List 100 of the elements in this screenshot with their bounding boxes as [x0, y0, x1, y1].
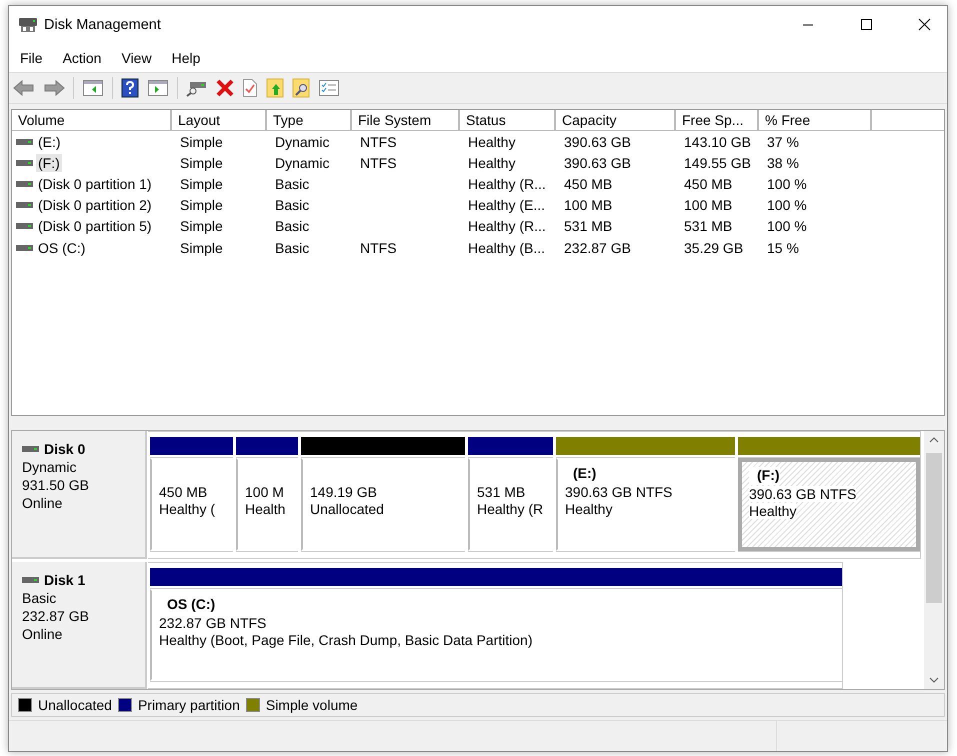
table-cell: 15 %	[767, 240, 799, 256]
table-cell: Basic	[275, 197, 310, 214]
menu-item[interactable]: View	[121, 50, 152, 66]
table-cell: Healthy (E...	[468, 197, 546, 214]
disk-type: Dynamic	[22, 459, 78, 475]
table-cell: Simple	[180, 154, 223, 171]
table-cell: Simple	[180, 240, 223, 256]
disk-size: 232.87 GB	[22, 608, 90, 624]
disk-type: Basic	[22, 590, 58, 606]
drive-icon	[22, 576, 40, 584]
table-cell: Simple	[180, 197, 223, 214]
delete-icon[interactable]	[216, 79, 234, 97]
partition-info: Healthy (R	[477, 501, 544, 517]
table-cell: NTFS	[360, 134, 397, 150]
help-icon[interactable]	[121, 78, 139, 98]
drive-icon	[16, 180, 34, 188]
drive-icon	[16, 244, 34, 252]
partition-info: Unallocated	[310, 501, 385, 517]
table-cell: 450 MB	[564, 176, 612, 192]
panel-icon[interactable]	[82, 79, 104, 97]
table-cell: Healthy (B...	[468, 240, 546, 256]
table-cell: 390.63 GB	[564, 134, 631, 150]
table-cell: Simple	[180, 218, 223, 234]
table-cell: 143.10 GB	[684, 134, 751, 150]
volume-name[interactable]: (Disk 0 partition 1)	[36, 174, 154, 193]
disk-name: Disk 0	[44, 441, 86, 457]
partition-label: (F:)	[749, 467, 780, 485]
disk-name: Disk 1	[44, 572, 86, 588]
drive-icon	[16, 138, 34, 146]
panel-icon[interactable]	[147, 79, 169, 97]
legend-label: Simple volume	[266, 697, 358, 713]
table-cell: 531 MB	[684, 218, 732, 234]
table-cell: Basic	[275, 218, 310, 234]
partition-info: 149.19 GB	[310, 484, 378, 500]
drive-icon	[16, 158, 34, 167]
table-cell: 100 MB	[564, 197, 612, 214]
table-cell: 450 MB	[684, 176, 732, 192]
table-cell: Basic	[275, 240, 310, 256]
disk-status: Online	[22, 626, 64, 642]
table-cell: 38 %	[767, 154, 799, 171]
disk-size: 931.50 GB	[22, 477, 90, 493]
drive-icon	[16, 222, 34, 230]
table-cell: Basic	[275, 176, 310, 192]
volume-name[interactable]: OS (C:)	[36, 238, 88, 257]
partition-info: 100 M	[245, 484, 285, 500]
menu-item[interactable]: Help	[172, 50, 200, 66]
partition-info: Healthy	[749, 503, 796, 519]
partition-info: Healthy (Boot, Page File, Crash Dump, Basic Data Partition)	[159, 632, 534, 648]
partition-info: 232.87 GB NTFS	[159, 614, 268, 630]
partition-label: (E:)	[572, 465, 598, 483]
table-cell: 232.87 GB	[564, 240, 631, 256]
volume-name[interactable]: (Disk 0 partition 2)	[36, 196, 154, 214]
table-cell: 100 %	[767, 218, 807, 234]
table-cell: Healthy (R...	[468, 218, 546, 234]
checked-document-icon[interactable]	[242, 78, 258, 98]
table-cell: 100 %	[767, 197, 807, 214]
scroll-up-icon[interactable]	[929, 437, 939, 443]
scroll-bar[interactable]	[924, 431, 944, 689]
disk-panel[interactable]: Disk 0 Dynamic 931.50 GB Online	[12, 431, 147, 558]
checklist-icon[interactable]	[318, 79, 340, 97]
table-cell: Simple	[180, 176, 223, 192]
table-cell: Healthy	[468, 134, 516, 150]
table-cell: Healthy	[468, 154, 516, 171]
partition-info: 390.63 GB NTFS	[565, 484, 674, 500]
drive-icon	[22, 445, 40, 453]
disk-panel[interactable]: Disk 1 Basic 232.87 GB Online	[12, 562, 147, 689]
partition-info: Healthy (	[159, 501, 216, 517]
table-cell: Simple	[180, 134, 223, 150]
partition-label: OS (C:)	[166, 596, 216, 614]
table-cell: 35.29 GB	[684, 240, 744, 256]
folder-up-icon[interactable]	[266, 78, 284, 98]
volume-name[interactable]: (Disk 0 partition 5)	[36, 217, 154, 236]
drive-icon	[16, 201, 34, 210]
menu-item[interactable]: File	[20, 50, 43, 66]
table-cell: 37 %	[767, 134, 799, 150]
folder-search-icon[interactable]	[292, 78, 310, 98]
partition-info: Health	[245, 501, 286, 517]
disk-status: Online	[22, 495, 64, 511]
menu-item[interactable]: Action	[62, 50, 102, 66]
window-title: Disk Management	[44, 17, 161, 33]
table-cell: 149.55 GB	[684, 154, 751, 171]
partition-info: 531 MB	[477, 484, 526, 500]
disk-icon	[18, 16, 38, 34]
partition-block[interactable]: OS (C:) 232.87 GB NTFS Healthy (Boot, Page File, Crash Dump, Basic Data Partition)	[150, 588, 842, 681]
table-cell: 531 MB	[564, 218, 612, 234]
volume-name[interactable]: (E:)	[36, 132, 63, 151]
scroll-down-icon[interactable]	[929, 677, 939, 683]
forward-arrow-icon[interactable]	[43, 79, 65, 97]
table-cell: NTFS	[360, 154, 397, 171]
volume-name[interactable]: (F:)	[36, 154, 62, 172]
partition-info: Healthy	[565, 501, 614, 517]
drive-icon[interactable]	[186, 79, 208, 97]
partition-block[interactable]: (F:) 390.63 GB NTFS Healthy	[738, 458, 920, 550]
table-cell: 100 MB	[684, 197, 732, 214]
table-cell: NTFS	[360, 240, 397, 256]
table-cell: Dynamic	[275, 134, 330, 150]
back-arrow-icon[interactable]	[13, 79, 35, 97]
legend-label: Primary partition	[138, 697, 240, 713]
partition-info: 450 MB	[159, 484, 208, 500]
legend-label: Unallocated	[38, 697, 112, 713]
